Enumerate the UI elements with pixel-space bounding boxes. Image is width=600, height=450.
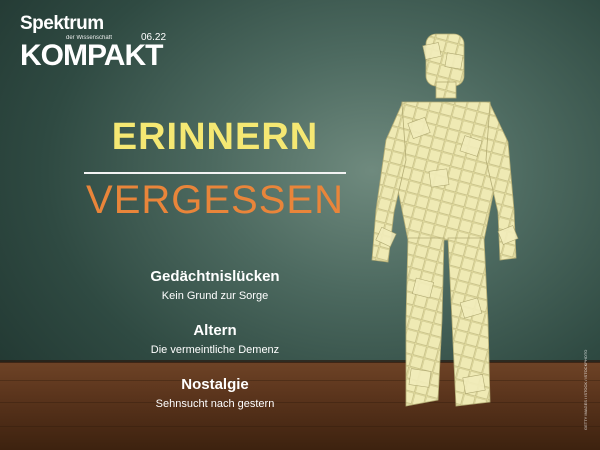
series-name: KOMPAKT bbox=[20, 39, 163, 72]
topic-subtitle: Die vermeintliche Demenz bbox=[150, 344, 280, 356]
magazine-cover: Spektrum der Wissenschaft KOMPAKT 06.22 … bbox=[0, 0, 600, 450]
topic-title: Nostalgie bbox=[181, 376, 249, 393]
issue-number: 06.22 bbox=[141, 32, 167, 43]
topic-title: Altern bbox=[193, 322, 237, 339]
topic-item: Altern Die vermeintliche Demenz bbox=[120, 322, 310, 357]
brand-subtitle: der Wissenschaft bbox=[66, 35, 113, 41]
brand-name: Spektrum bbox=[20, 13, 104, 34]
topic-subtitle: Kein Grund zur Sorge bbox=[161, 290, 269, 302]
topic-title: Gedächtnislücken bbox=[150, 268, 280, 285]
sticky-note-figure-image bbox=[371, 33, 519, 407]
photo-credit: GETTY IMAGES / ISTOCK / ISTOCKPHOTO bbox=[583, 350, 588, 430]
headline-primary: ERINNERN bbox=[111, 116, 319, 158]
topic-item: Gedächtnislücken Kein Grund zur Sorge bbox=[120, 268, 310, 303]
photo-credit-text: GETTY IMAGES / ISTOCK / ISTOCKPHOTO bbox=[583, 350, 588, 430]
topic-item: Nostalgie Sehnsucht nach gestern bbox=[120, 376, 310, 411]
topic-subtitle: Sehnsucht nach gestern bbox=[155, 398, 275, 410]
headline-divider bbox=[84, 172, 346, 174]
headline-secondary: VERGESSEN bbox=[86, 178, 344, 222]
